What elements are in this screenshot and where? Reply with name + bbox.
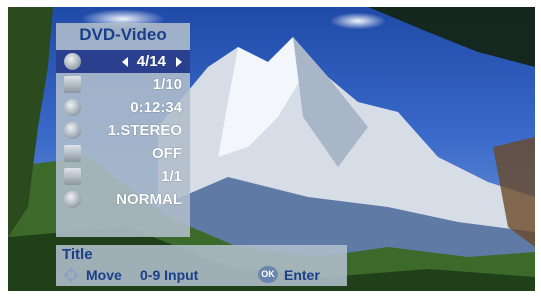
- arrow-right-icon[interactable]: [176, 57, 182, 67]
- input-label: 0-9 Input: [140, 267, 199, 283]
- menu-row-audio[interactable]: 1.STEREO: [56, 119, 190, 142]
- menu-row-angle[interactable]: 1/1: [56, 165, 190, 188]
- ok-button-icon: OK: [258, 266, 278, 283]
- chapter-value: 1/10: [152, 76, 182, 93]
- subtitle-value: OFF: [152, 145, 182, 162]
- help-bar: Title Move 0-9 Input OK Enter: [56, 245, 347, 286]
- menu-row-sound[interactable]: NORMAL: [56, 188, 190, 211]
- angle-icon: [64, 168, 81, 185]
- menu-row-chapter[interactable]: 1/10: [56, 73, 190, 96]
- menu-title: DVD-Video: [79, 25, 167, 44]
- subtitle-icon: [64, 145, 81, 162]
- sound-icon: [64, 191, 81, 208]
- menu-row-time[interactable]: 0:12:34: [56, 96, 190, 119]
- title-icon: [64, 53, 81, 70]
- chapter-icon: [64, 76, 81, 93]
- audio-value: 1.STEREO: [107, 122, 182, 139]
- arrow-left-icon[interactable]: [122, 57, 128, 67]
- help-instructions: Move 0-9 Input OK Enter: [62, 266, 342, 284]
- help-title: Title: [62, 246, 93, 263]
- time-icon: [64, 99, 81, 116]
- tv-screen: DVD-Video 4/14 1/10 0:12:34 1.STEREO OFF…: [8, 7, 535, 291]
- move-label: Move: [86, 267, 122, 283]
- sound-value: NORMAL: [116, 191, 182, 208]
- title-value: 4/14: [136, 53, 166, 70]
- audio-icon: [64, 122, 81, 139]
- angle-value: 1/1: [161, 168, 182, 185]
- direction-pad-icon: [63, 267, 79, 283]
- menu-row-subtitle[interactable]: OFF: [56, 142, 190, 165]
- enter-label: Enter: [284, 267, 320, 283]
- time-value: 0:12:34: [130, 99, 182, 116]
- menu-row-title[interactable]: 4/14: [56, 50, 190, 73]
- dvd-display-menu: DVD-Video 4/14 1/10 0:12:34 1.STEREO OFF…: [56, 23, 190, 237]
